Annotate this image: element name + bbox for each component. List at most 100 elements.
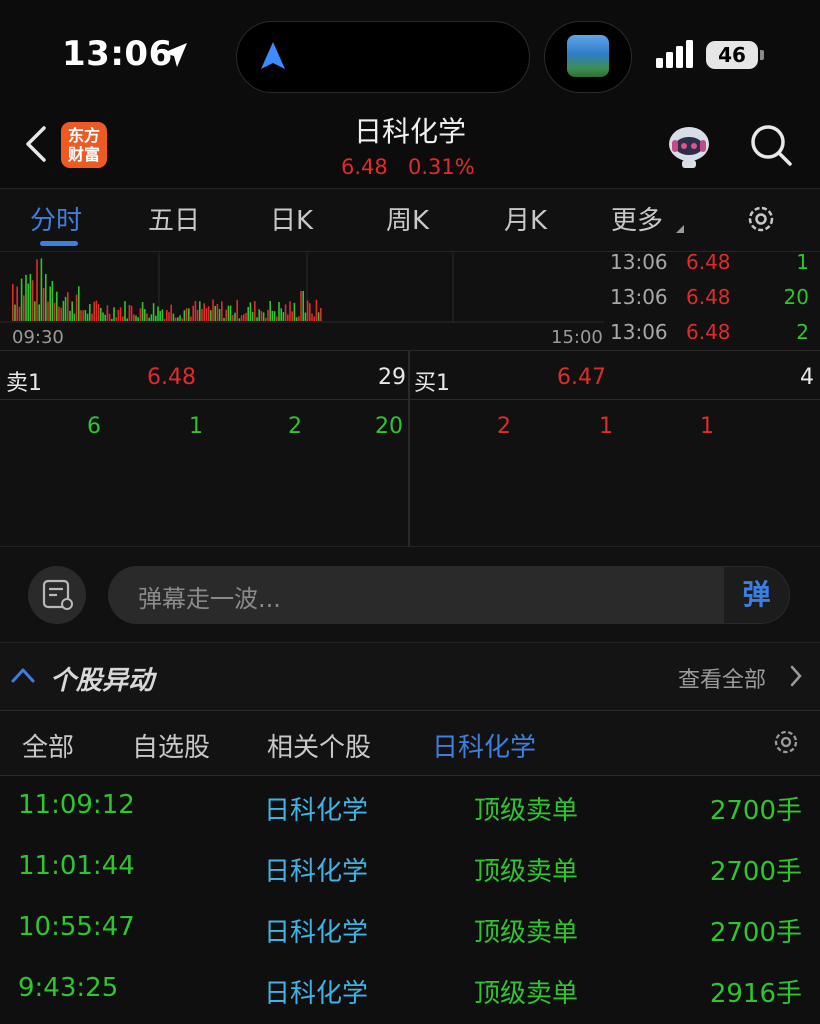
- volume-bar: [196, 309, 199, 321]
- sell-1-price: 6.48: [147, 365, 196, 390]
- chevron-right-icon[interactable]: [788, 664, 804, 688]
- navigation-arrow-icon: [261, 42, 285, 69]
- volume-bar: [58, 306, 60, 321]
- volume-bar: [155, 315, 157, 321]
- volume-bar: [16, 286, 18, 321]
- volume-bar: [185, 308, 188, 321]
- volume-bar: [291, 311, 293, 321]
- danmaku-placeholder: 弹幕走一波...: [138, 585, 281, 613]
- chart-x-start-label: 09:30: [12, 327, 64, 348]
- cellular-signal-icon: [656, 40, 693, 68]
- volume-bar: [177, 317, 179, 321]
- volume-bar: [56, 291, 58, 321]
- tab-five-day[interactable]: 五日: [148, 200, 200, 237]
- volume-bar: [311, 313, 313, 321]
- volume-bar: [82, 310, 84, 321]
- chart-x-end-label: 15:00: [551, 327, 603, 348]
- volume-bar: [295, 317, 298, 321]
- buy-queue-order: 2: [497, 414, 511, 439]
- danmaku-send-button[interactable]: 弹: [724, 567, 789, 623]
- filter-tab-related[interactable]: 相关个股: [267, 727, 371, 764]
- search-icon[interactable]: [748, 122, 794, 168]
- volume-bar: [271, 310, 274, 321]
- volume-bar: [170, 304, 172, 321]
- volume-bar: [49, 286, 51, 321]
- volume-bar: [306, 300, 309, 321]
- volume-bar: [183, 310, 186, 321]
- volume-bar: [144, 309, 146, 321]
- volume-bar: [119, 307, 122, 321]
- alert-time: 10:55:47: [18, 912, 135, 942]
- collapse-chevron-up-icon[interactable]: [10, 664, 36, 686]
- volume-bar: [104, 314, 106, 321]
- view-all-link[interactable]: 查看全部: [678, 662, 766, 694]
- volume-bar: [260, 311, 263, 321]
- volume-bar: [135, 315, 137, 321]
- filter-tab-all[interactable]: 全部: [22, 727, 74, 764]
- volume-bar: [309, 303, 311, 321]
- volume-bar: [23, 295, 25, 321]
- volume-bar: [86, 313, 89, 321]
- volume-bar: [289, 301, 291, 321]
- sell-queue-order: 20: [375, 414, 403, 439]
- volume-bar: [201, 309, 203, 321]
- volume-bar: [203, 303, 205, 321]
- trade-volume: 1: [796, 250, 809, 274]
- volume-bar: [60, 307, 62, 321]
- more-dropdown-icon: [676, 225, 684, 233]
- order-book-level-1: [0, 350, 820, 400]
- ai-robot-icon[interactable]: [664, 122, 714, 170]
- volume-bar: [216, 304, 219, 321]
- volume-bar: [210, 310, 212, 321]
- tab-monthly-k[interactable]: 月K: [504, 200, 547, 237]
- volume-bar: [245, 312, 247, 321]
- volume-bar: [293, 302, 296, 321]
- volume-bar: [161, 309, 164, 321]
- volume-bar: [276, 316, 278, 321]
- alert-filter-bar: [0, 710, 820, 776]
- volume-bar: [315, 299, 318, 321]
- volume-bar: [89, 304, 91, 321]
- volume-bar: [205, 308, 208, 321]
- tab-intraday[interactable]: 分时: [30, 200, 82, 237]
- volume-bar: [106, 305, 109, 321]
- volume-bar: [267, 309, 269, 321]
- tab-weekly-k[interactable]: 周K: [386, 200, 429, 237]
- chart-settings-gear-icon[interactable]: [744, 202, 778, 236]
- volume-bar: [115, 317, 117, 321]
- tab-daily-k[interactable]: 日K: [270, 200, 313, 237]
- volume-bar: [234, 312, 236, 321]
- alert-stock-name[interactable]: 日科化学: [264, 790, 368, 827]
- location-arrow-icon: [163, 43, 187, 67]
- volume-bar: [27, 283, 29, 321]
- volume-bar: [42, 287, 45, 321]
- volume-bar: [108, 313, 111, 321]
- alert-stock-name[interactable]: 日科化学: [264, 912, 368, 949]
- alert-settings-gear-icon[interactable]: [770, 726, 802, 758]
- volume-bar: [212, 299, 214, 321]
- volume-bar: [91, 313, 93, 321]
- volume-bar: [150, 314, 153, 321]
- volume-bar: [302, 291, 304, 321]
- volume-bar: [172, 313, 175, 321]
- volume-bar: [190, 316, 192, 321]
- volume-bar: [80, 310, 82, 321]
- alert-stock-name[interactable]: 日科化学: [264, 851, 368, 888]
- volume-bar: [102, 312, 104, 321]
- alert-stock-name[interactable]: 日科化学: [264, 973, 368, 1010]
- alert-time: 11:09:12: [18, 790, 135, 820]
- volume-bar: [163, 318, 166, 321]
- filter-tab-current-stock[interactable]: 日科化学: [432, 727, 536, 764]
- trade-price: 6.48: [686, 250, 731, 274]
- volume-bar: [174, 317, 177, 321]
- volume-bar: [232, 315, 234, 321]
- alert-type: 顶级卖单: [474, 796, 579, 826]
- filter-tab-watchlist[interactable]: 自选股: [132, 727, 210, 764]
- tab-more[interactable]: 更多: [611, 200, 663, 237]
- volume-bar: [73, 313, 76, 321]
- volume-bar: [78, 286, 80, 321]
- sell-queue-order: 2: [288, 414, 302, 439]
- volume-bar: [148, 317, 150, 321]
- volume-bar: [229, 305, 232, 321]
- volume-bar: [227, 305, 230, 321]
